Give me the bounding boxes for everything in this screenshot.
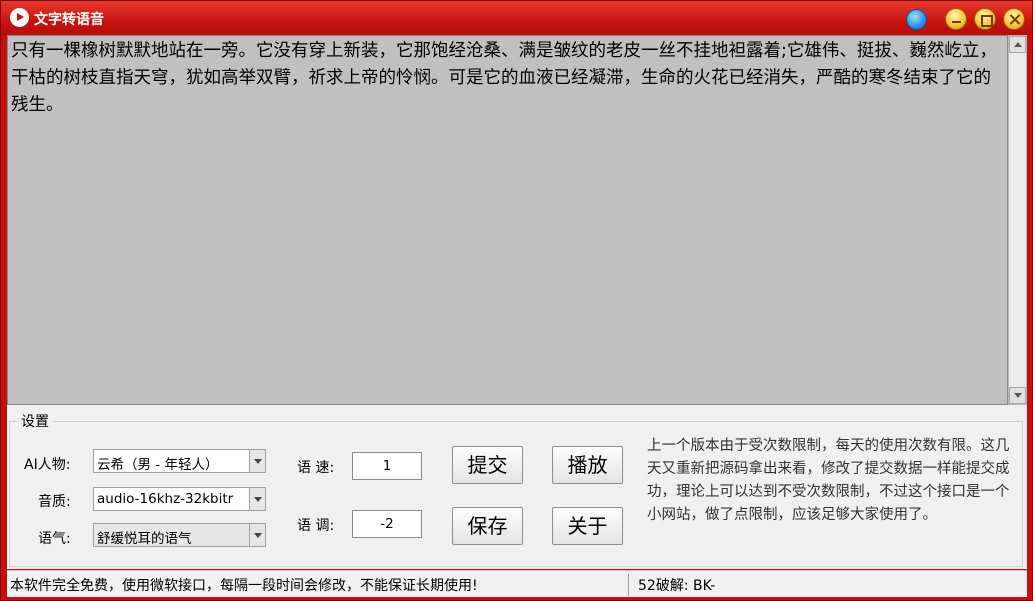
speed-input[interactable]: 1 — [352, 452, 422, 480]
quality-label: 音质: — [38, 494, 71, 510]
status-message: 本软件完全免费，使用微软接口，每隔一段时间会修改，不能保证长期使用! — [10, 578, 478, 594]
pitch-label: 语 调: — [297, 518, 335, 534]
maximize-button[interactable] — [974, 8, 996, 30]
voice-label: AI人物: — [24, 457, 71, 473]
tone-select[interactable]: 舒缓悦耳的语气 — [93, 523, 266, 547]
tone-value: 舒缓悦耳的语气 — [97, 531, 192, 547]
vertical-scrollbar[interactable] — [1008, 35, 1027, 405]
tone-label: 语气: — [38, 531, 71, 547]
scroll-down-icon[interactable] — [1009, 387, 1026, 404]
about-button[interactable]: 关于 — [552, 507, 623, 545]
window-title: 文字转语音 — [34, 12, 104, 28]
settings-panel: 设置 AI人物: 云希（男 - 年轻人） 音质: audio-16khz-32k… — [7, 405, 1027, 569]
text-input[interactable]: 只有一棵橡树默默地站在一旁。它没有穿上新装，它那饱经沧桑、满是皱纹的老皮一丝不挂… — [7, 35, 1008, 405]
chevron-down-icon[interactable] — [249, 488, 265, 510]
info-note: 上一个版本由于受次数限制，每天的使用次数有限。这几天又重新把源码拿出来看，修改了… — [647, 438, 1010, 523]
save-button[interactable]: 保存 — [452, 507, 523, 545]
submit-button[interactable]: 提交 — [452, 446, 523, 484]
quality-select[interactable]: audio-16khz-32kbitr — [93, 487, 266, 511]
app-window: 文字转语音 只有一棵橡树默默地站在一旁。它没有穿上新装，它那饱经沧桑、满是皱纹的… — [0, 0, 1033, 601]
close-button[interactable] — [1003, 8, 1025, 30]
settings-title: 设置 — [17, 411, 53, 431]
status-bar: 本软件完全免费，使用微软接口，每隔一段时间会修改，不能保证长期使用! 52破解:… — [7, 570, 1027, 597]
title-bar[interactable]: 文字转语音 — [1, 1, 1032, 35]
chevron-down-icon[interactable] — [249, 524, 265, 546]
voice-select[interactable]: 云希（男 - 年轻人） — [93, 449, 266, 473]
status-divider — [628, 574, 629, 596]
skin-icon[interactable] — [906, 9, 927, 30]
status-credit: 52破解: BK- — [638, 578, 716, 594]
speed-label: 语 速: — [297, 460, 335, 476]
quality-value: audio-16khz-32kbitr — [97, 491, 234, 507]
pitch-input[interactable]: -2 — [352, 510, 422, 538]
voice-value: 云希（男 - 年轻人） — [97, 457, 219, 473]
play-circle-icon — [10, 8, 29, 27]
scroll-up-icon[interactable] — [1009, 36, 1026, 53]
minimize-button[interactable] — [945, 8, 967, 30]
play-button[interactable]: 播放 — [552, 446, 623, 484]
chevron-down-icon[interactable] — [249, 450, 265, 472]
